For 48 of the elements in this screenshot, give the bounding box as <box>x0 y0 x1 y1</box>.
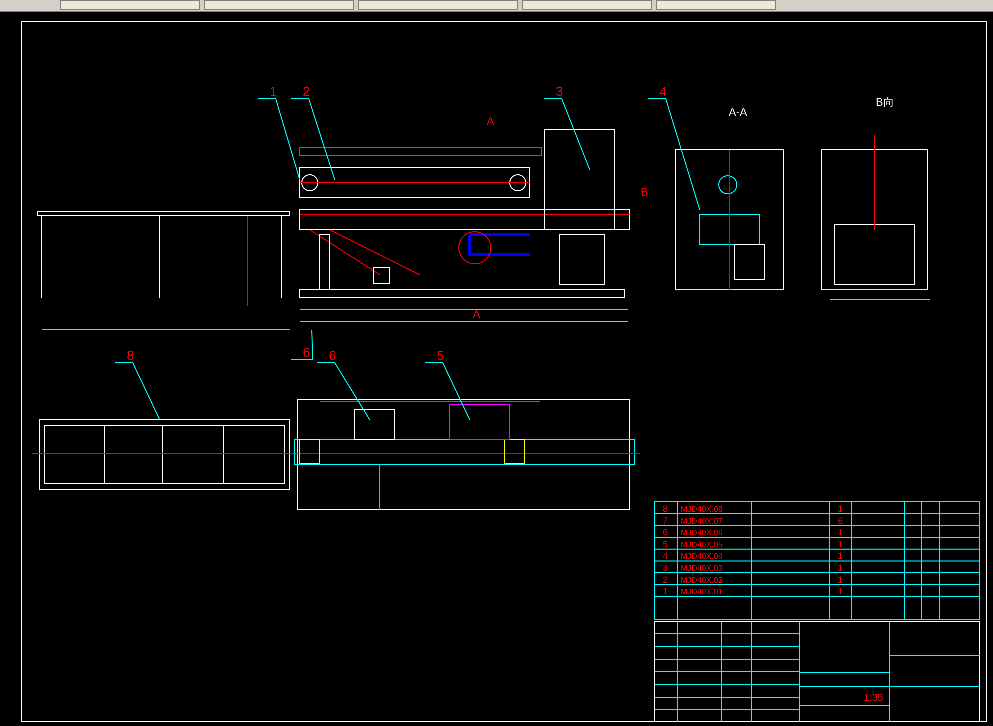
toolbar-tab[interactable] <box>60 0 200 10</box>
leader-line <box>114 362 160 420</box>
balloon-number: 6 <box>329 348 336 363</box>
part-number: 7 <box>663 516 668 526</box>
part-code: MJD40X.03 <box>681 564 723 573</box>
balloon-number: 3 <box>556 84 564 99</box>
part-number: 3 <box>663 563 668 573</box>
balloon-number: 5 <box>437 348 444 363</box>
part-number: 2 <box>663 574 668 585</box>
part-code: MJD40X.02 <box>681 576 723 585</box>
section-label: B <box>641 187 648 199</box>
part-number: 6 <box>663 528 668 538</box>
section-label: B向 <box>876 97 894 109</box>
part-quantity: 1 <box>838 574 844 585</box>
leader-line <box>544 98 590 170</box>
leader-line <box>290 330 314 360</box>
part-code: MJD40X.07 <box>681 516 723 526</box>
toolbar-tab[interactable] <box>522 0 652 10</box>
part-quantity: 6 <box>838 516 844 526</box>
section-label: A-A <box>729 107 748 119</box>
part-number: 4 <box>663 551 668 562</box>
balloon-number: 6 <box>303 345 310 360</box>
balloon-number: 8 <box>127 348 134 363</box>
balloon-number: 2 <box>303 84 310 99</box>
part-number: 8 <box>663 504 668 514</box>
part-quantity: 1 <box>838 586 844 597</box>
balloon-number: 4 <box>660 84 668 99</box>
part-quantity: 1 <box>838 563 844 573</box>
part-number: 1 <box>663 586 668 597</box>
section-label: A <box>487 116 494 128</box>
part-code: MJD40X.08 <box>681 505 723 514</box>
toolbar-tab[interactable] <box>204 0 354 10</box>
part-code: MJD40X.05 <box>681 540 723 550</box>
part-quantity: 1 <box>838 528 844 538</box>
part-code: MJD40X.01 <box>681 588 723 597</box>
toolbar-tab[interactable] <box>358 0 518 10</box>
part-quantity: 1 <box>838 504 844 514</box>
part-quantity: 1 <box>838 539 844 550</box>
balloon-number: 1 <box>270 84 278 99</box>
section-label: A <box>473 309 480 321</box>
part-quantity: 1 <box>838 551 844 562</box>
part-number: 5 <box>663 539 668 550</box>
leader-line <box>424 362 470 420</box>
part-code: MJD40X.04 <box>681 552 723 562</box>
toolbar-tab[interactable] <box>656 0 776 10</box>
part-code: MJD40X.06 <box>681 528 723 538</box>
leader-line <box>316 362 370 420</box>
drawing-scale: 1:35 <box>864 693 884 704</box>
